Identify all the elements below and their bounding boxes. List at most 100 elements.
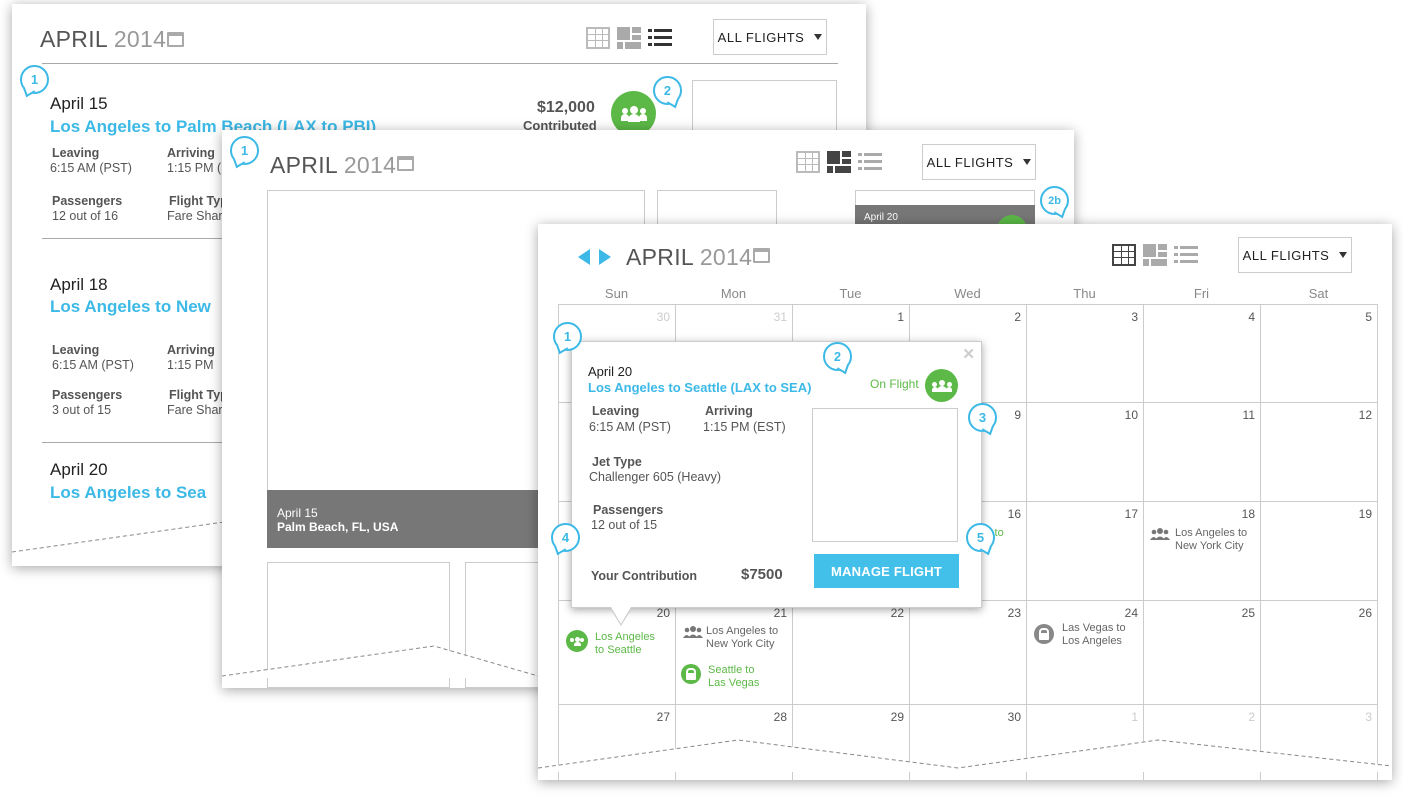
- month-title: APRIL 2014: [626, 244, 753, 270]
- flight-status: On Flight: [870, 377, 919, 391]
- passengers-label: Passengers: [52, 194, 123, 208]
- popup-route-link[interactable]: Los Angeles to Seattle (LAX to SEA): [588, 380, 811, 395]
- day-number: 21: [773, 606, 787, 620]
- annotation-badge-4: 4: [551, 523, 580, 552]
- day-number: 2: [1248, 710, 1255, 724]
- calendar-day-cell[interactable]: 4: [1144, 305, 1261, 403]
- contribution-label: Your Contribution: [591, 569, 697, 583]
- calendar-view-panel: APRIL 2014 ALL FLIGHTS Sun Mon Tue Wed T…: [538, 224, 1392, 780]
- weekday-header: Fri: [1193, 286, 1210, 301]
- leaving-value: 6:15 AM (PST): [589, 420, 671, 434]
- day-number: 12: [1358, 408, 1372, 422]
- table-view-icon[interactable]: [1112, 244, 1136, 266]
- day-number: 28: [773, 710, 787, 724]
- weekday-header: Wed: [954, 286, 981, 301]
- contribution-value: $7500: [741, 566, 783, 583]
- divider: [42, 442, 232, 443]
- next-month-arrow-icon[interactable]: [599, 249, 611, 265]
- flight-date: April 15: [50, 94, 108, 113]
- calendar-day-cell[interactable]: 5: [1261, 305, 1378, 403]
- leaving-label: Leaving: [52, 343, 100, 357]
- calendar-day-cell[interactable]: 2: [1144, 705, 1261, 780]
- table-view-icon[interactable]: [586, 27, 610, 49]
- grid-view-icon[interactable]: [1143, 244, 1167, 266]
- arriving-value: 1:15 PM (E: [167, 161, 230, 175]
- view-switcher: [586, 27, 672, 49]
- day-number: 11: [1242, 408, 1255, 422]
- contribution-amount: $12,000: [537, 99, 595, 116]
- close-icon[interactable]: ✕: [962, 345, 975, 363]
- caret-down-icon: [814, 34, 823, 40]
- flight-filter-dropdown[interactable]: ALL FLIGHTS: [922, 144, 1036, 180]
- flight-route-link[interactable]: Los Angeles to Sea: [50, 483, 206, 503]
- arriving-label: Arriving: [167, 343, 215, 357]
- weekday-header: Thu: [1073, 286, 1096, 301]
- passengers-value: 12 out of 15: [591, 518, 658, 532]
- flight-tile-image[interactable]: [267, 562, 450, 688]
- calendar-day-cell[interactable]: 29: [793, 705, 910, 780]
- calendar-day-cell[interactable]: 23: [910, 601, 1027, 705]
- group-flight-icon: [566, 630, 588, 652]
- group-icon: [683, 626, 703, 638]
- calendar-day-cell[interactable]: 10: [1027, 403, 1144, 502]
- grid-view-icon[interactable]: [617, 27, 641, 49]
- calendar-event-link[interactable]: Los Angeles to Seattle: [595, 631, 655, 657]
- flight-type-label: Flight Typ: [169, 194, 228, 208]
- weekday-header: Mon: [720, 286, 747, 301]
- day-number: 9: [1014, 408, 1021, 422]
- day-number: 26: [1358, 606, 1372, 620]
- day-number: 3: [1131, 310, 1138, 324]
- calendar-day-cell[interactable]: 1: [1027, 705, 1144, 780]
- grid-view-icon[interactable]: [827, 151, 851, 173]
- calendar-day-cell[interactable]: 3: [1261, 705, 1378, 780]
- annotation-badge-1: 1: [230, 136, 259, 165]
- calendar-icon[interactable]: [753, 248, 770, 263]
- calendar-day-cell[interactable]: 27: [559, 705, 676, 780]
- flight-filter-dropdown[interactable]: ALL FLIGHTS: [713, 19, 827, 55]
- calendar-event-link[interactable]: Los Angeles to New York City: [1175, 527, 1247, 553]
- arriving-label: Arriving: [705, 404, 753, 418]
- calendar-day-cell[interactable]: 11: [1144, 403, 1261, 502]
- weekday-header: Sat: [1308, 286, 1329, 301]
- passengers-value: 3 out of 15: [52, 403, 112, 417]
- flight-type-value: Fare Shar: [167, 209, 223, 223]
- group-flight-icon: [925, 369, 958, 402]
- day-number: 17: [1124, 507, 1138, 521]
- calendar-day-cell[interactable]: 30: [910, 705, 1027, 780]
- table-view-icon[interactable]: [796, 151, 820, 173]
- calendar-day-cell[interactable]: 28: [676, 705, 793, 780]
- calendar-day-cell[interactable]: 3: [1027, 305, 1144, 403]
- list-view-icon[interactable]: [858, 151, 882, 173]
- group-icon: [1150, 528, 1170, 540]
- day-number: 2: [1014, 310, 1021, 324]
- calendar-event-link[interactable]: Las Vegas to Los Angeles: [1062, 622, 1126, 648]
- flight-route-link[interactable]: Los Angeles to New: [50, 297, 211, 317]
- calendar-event-link[interactable]: Los Angeles to New York City: [706, 625, 778, 651]
- weekday-header: Sun: [604, 286, 629, 301]
- annotation-badge-5: 5: [966, 523, 995, 552]
- flight-filter-dropdown[interactable]: ALL FLIGHTS: [1238, 237, 1352, 273]
- month-title: APRIL 2014: [270, 152, 397, 178]
- list-view-icon[interactable]: [648, 27, 672, 49]
- manage-flight-button[interactable]: MANAGE FLIGHT: [814, 554, 959, 588]
- calendar-day-cell[interactable]: 25: [1144, 601, 1261, 705]
- lock-icon: [1034, 624, 1054, 644]
- calendar-icon[interactable]: [167, 32, 184, 47]
- calendar-event-link[interactable]: Seattle to Las Vegas: [708, 664, 759, 690]
- annotation-badge-1: 1: [553, 322, 582, 351]
- calendar-day-cell[interactable]: 22: [793, 601, 910, 705]
- popup-pointer: [611, 607, 631, 624]
- day-number: 27: [656, 710, 670, 724]
- day-number: 3: [1365, 710, 1372, 724]
- calendar-day-cell[interactable]: 12: [1261, 403, 1378, 502]
- calendar-day-cell[interactable]: 19: [1261, 502, 1378, 601]
- calendar-day-cell[interactable]: 17: [1027, 502, 1144, 601]
- list-view-icon[interactable]: [1174, 244, 1198, 266]
- calendar-day-cell[interactable]: 24: [1027, 601, 1144, 705]
- annotation-badge-2: 2: [823, 342, 852, 371]
- prev-month-arrow-icon[interactable]: [578, 249, 590, 265]
- calendar-icon[interactable]: [397, 156, 414, 171]
- flight-date: April 18: [50, 275, 108, 294]
- passengers-value: 12 out of 16: [52, 209, 119, 223]
- calendar-day-cell[interactable]: 26: [1261, 601, 1378, 705]
